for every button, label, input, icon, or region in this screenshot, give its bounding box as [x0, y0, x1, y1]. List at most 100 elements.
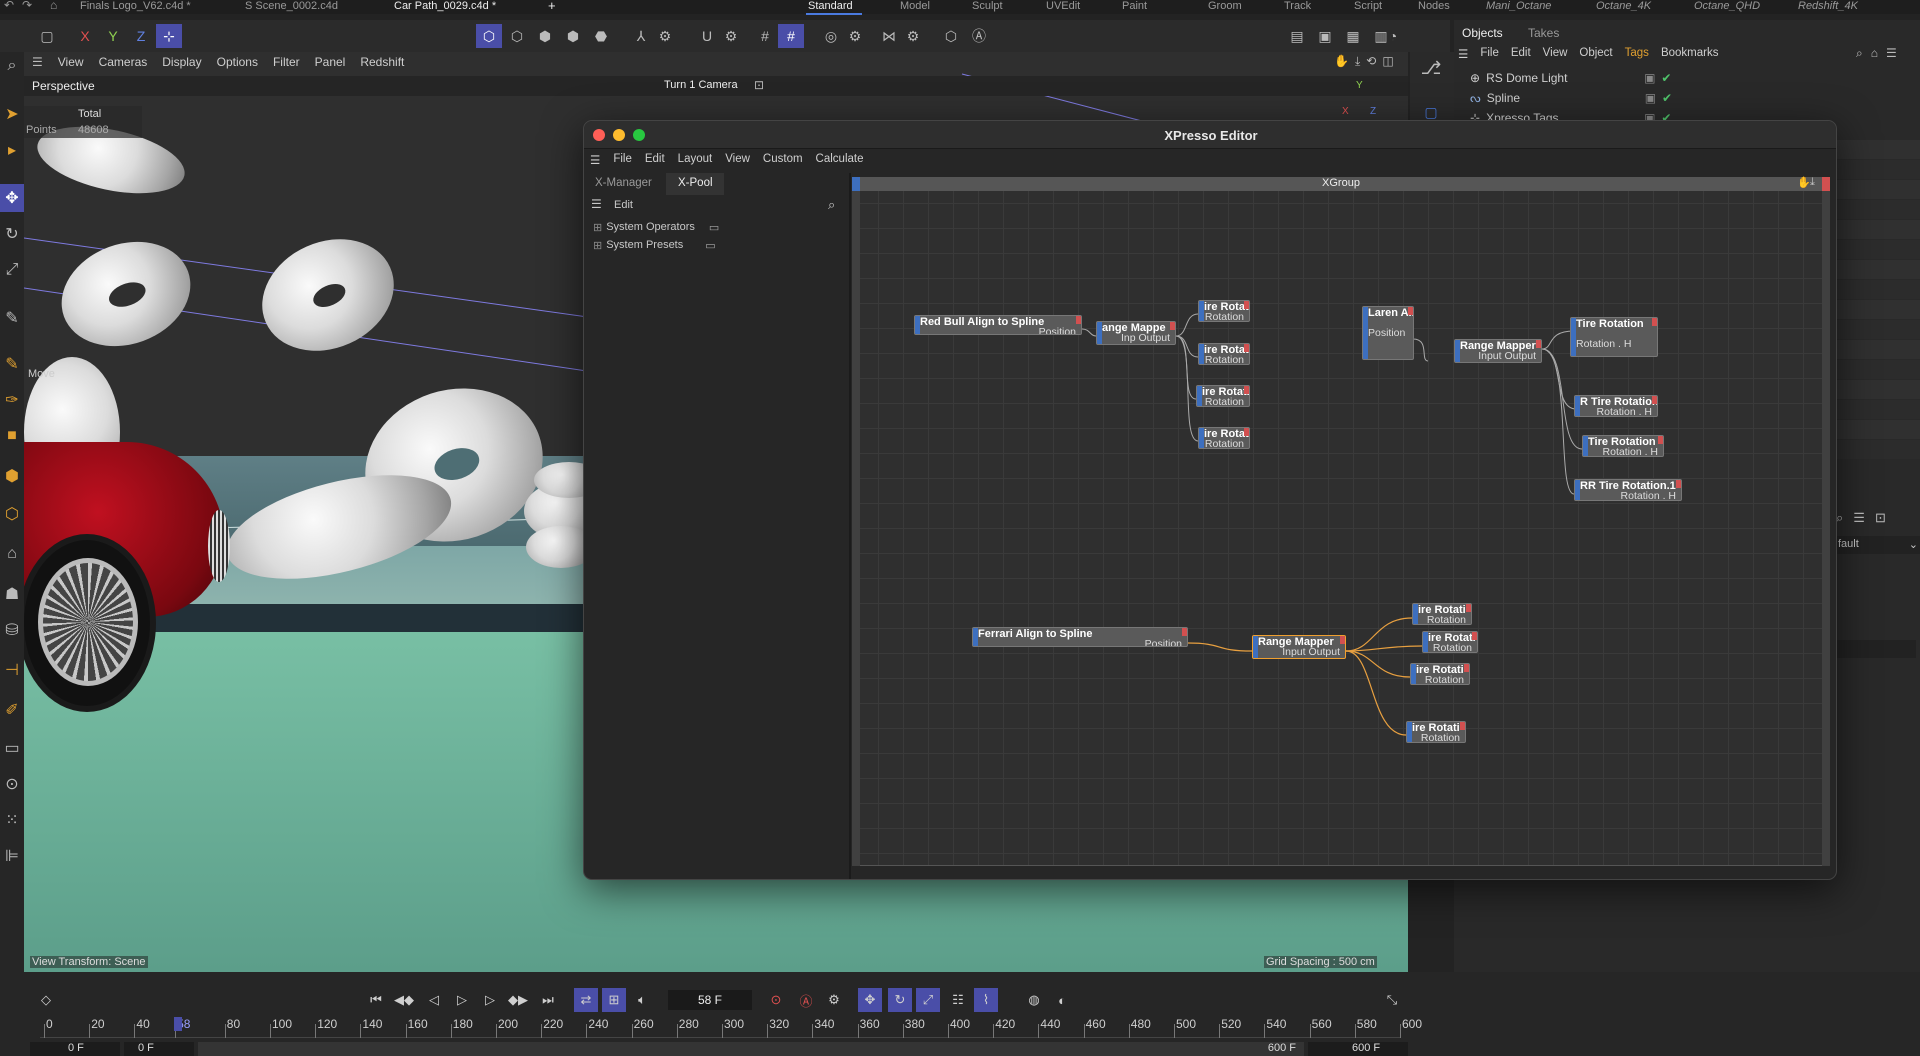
weight-icon[interactable]: ⊙	[0, 770, 24, 798]
node-port[interactable]: Input Output	[1258, 647, 1340, 658]
xpresso-node[interactable]: R Tire Rotation Rotation . H	[1574, 395, 1658, 417]
xpresso-node[interactable]: ire Rotati Rotation	[1412, 603, 1472, 625]
go-to-start-icon[interactable]: ⏮	[364, 988, 388, 1012]
doc-tab-scene[interactable]: S Scene_0002.c4d	[245, 0, 338, 14]
record-icon[interactable]: ⊙	[764, 988, 788, 1012]
range-start-a[interactable]: 0 F	[30, 1042, 120, 1056]
object-mode-icon[interactable]: ⬡	[476, 24, 502, 48]
xpresso-node[interactable]: ire Rotati Rotation	[1196, 385, 1250, 407]
xpresso-node[interactable]: Laren Ali Position	[1362, 306, 1414, 360]
search-icon[interactable]: ⌕	[0, 52, 24, 80]
xpresso-node[interactable]: Tire Rotation Rotation . H	[1570, 317, 1658, 357]
xpresso-node[interactable]: ire Rotati Rotation	[1198, 427, 1250, 449]
render-settings-icon[interactable]: ▦	[1340, 24, 1366, 48]
align-icon[interactable]: ⊫	[0, 842, 24, 870]
generator-icon[interactable]: ⬡	[0, 500, 24, 528]
timeline-expand-icon[interactable]: ⤡	[1380, 988, 1404, 1012]
maximize-icon[interactable]: ◫	[1382, 54, 1393, 69]
layout-tab[interactable]: Paint	[1122, 0, 1147, 14]
axis-z-button[interactable]: Z	[128, 24, 154, 48]
clapper-icon[interactable]: ▤	[1284, 24, 1310, 48]
viewport-menu-view[interactable]: View	[58, 55, 84, 69]
objects-menu-edit[interactable]: Edit	[1511, 47, 1531, 61]
soft-settings-icon[interactable]: ⚙	[842, 24, 868, 48]
next-frame-icon[interactable]: ▷	[478, 988, 502, 1012]
object-list-row[interactable]	[1836, 240, 1920, 259]
key-scale-icon[interactable]: ⤢	[916, 988, 940, 1012]
field-icon[interactable]: ☗	[0, 580, 24, 608]
home-icon[interactable]: ⌂	[50, 0, 57, 12]
node-port[interactable]: Rotation . H	[1580, 491, 1676, 500]
enabled-check-icon[interactable]: ✔	[1662, 91, 1672, 105]
attribute-dropdown[interactable]: fault ⌄	[1836, 536, 1920, 554]
scheme-icon[interactable]: ◐	[1050, 988, 1074, 1012]
node-port[interactable]: Input Output	[1460, 351, 1536, 362]
pen-icon[interactable]: ✎	[0, 304, 24, 332]
node-port[interactable]: Rotation	[1416, 675, 1464, 684]
motion-icon[interactable]: ◍	[1022, 988, 1046, 1012]
object-list-row[interactable]	[1836, 400, 1920, 419]
viewport-menu-redshift[interactable]: Redshift	[360, 55, 404, 69]
model-mode-icon[interactable]: ▢	[34, 24, 60, 48]
axis-settings-icon[interactable]: ⚙	[652, 24, 678, 48]
panel-menu-icon[interactable]: ☰	[32, 55, 43, 69]
attributes-filter-icon[interactable]: ☰	[1853, 510, 1865, 526]
object-list-row[interactable]	[1836, 300, 1920, 319]
objects-filter-icon[interactable]: ☰	[1886, 46, 1897, 61]
objects-menu-object[interactable]: Object	[1579, 47, 1612, 61]
layout-tab[interactable]: UVEdit	[1046, 0, 1080, 14]
xpresso-node[interactable]: RR Tire Rotation.1 Rotation . H	[1574, 479, 1682, 501]
viewport-menu-display[interactable]: Display	[162, 55, 201, 69]
layout-tab[interactable]: Standard	[808, 0, 853, 14]
viewport-menu-options[interactable]: Options	[217, 55, 258, 69]
node-port[interactable]: Rotation	[1428, 643, 1472, 652]
layout-tab[interactable]: Model	[900, 0, 930, 14]
render-region-icon[interactable]: ⬡	[938, 24, 964, 48]
node-port[interactable]: Position	[920, 327, 1076, 334]
select-icon[interactable]: ➤	[0, 100, 24, 128]
key-pla-icon[interactable]: ⌇	[974, 988, 998, 1012]
xpresso-node[interactable]: Range Mapper Input Output	[1454, 339, 1542, 363]
attributes-lock-icon[interactable]: ⊡	[1875, 510, 1886, 526]
object-list-row[interactable]	[1836, 180, 1920, 199]
sound-icon[interactable]: 🔈︎	[630, 988, 654, 1012]
xpresso-node[interactable]: Tire Rotation Rotation . H	[1582, 435, 1664, 457]
xpresso-node[interactable]: ire Rotati Rotation	[1422, 631, 1478, 653]
autokey-icon[interactable]: Ⓐ	[794, 988, 818, 1012]
node-port[interactable]: Rotation	[1418, 615, 1466, 624]
redo-icon[interactable]: ↷	[22, 0, 32, 12]
orbit-icon[interactable]: ⟲	[1366, 54, 1376, 69]
layout-tab[interactable]: Script	[1354, 0, 1382, 14]
undo-icon[interactable]: ↶	[4, 0, 14, 12]
object-list-row[interactable]	[1836, 220, 1920, 239]
move-icon[interactable]: ✥	[0, 184, 24, 212]
node-port[interactable]: Rotation	[1202, 397, 1244, 406]
playback-range-icon[interactable]: ⊞	[602, 988, 626, 1012]
objects-search-icon[interactable]: ⌕	[1856, 46, 1863, 61]
layout-tab[interactable]: Groom	[1208, 0, 1242, 14]
points-mode-icon[interactable]: ⬡	[504, 24, 530, 48]
symmetry-settings-icon[interactable]: ⚙	[900, 24, 926, 48]
primitive-cube-icon[interactable]: ⬢	[0, 462, 24, 490]
key-position-icon[interactable]: ✥	[858, 988, 882, 1012]
objects-menu-icon[interactable]: ☰	[1458, 47, 1468, 61]
prev-key-icon[interactable]: ◀◆	[392, 988, 416, 1012]
spline-pen-icon[interactable]: ✎	[0, 350, 24, 378]
new-tab-button[interactable]: +	[548, 0, 556, 13]
node-port[interactable]: Inp Output	[1102, 333, 1170, 344]
object-list-row[interactable]	[1836, 280, 1920, 299]
enabled-check-icon[interactable]: ✔	[1661, 71, 1671, 85]
spline-sketch-icon[interactable]: ✑	[0, 386, 24, 414]
axis-x-button[interactable]: X	[72, 24, 98, 48]
key-param-icon[interactable]: ☷	[946, 988, 970, 1012]
object-list-row[interactable]	[1836, 420, 1920, 439]
redshift-icon[interactable]: Ⓐ	[966, 24, 992, 48]
node-port[interactable]: Rotation . H	[1576, 339, 1652, 350]
doc-tab-finals-logo[interactable]: Finals Logo_V62.c4d *	[80, 0, 191, 14]
xpresso-node[interactable]: Ferrari Align to Spline Position	[972, 627, 1188, 647]
render-view-icon[interactable]: ▣	[1312, 24, 1338, 48]
object-list-row[interactable]	[1836, 160, 1920, 179]
attribute-field[interactable]	[1836, 640, 1916, 658]
doc-tab-car-path[interactable]: Car Path_0029.c4d *	[394, 0, 496, 14]
tab-takes[interactable]: Takes	[1528, 26, 1559, 40]
